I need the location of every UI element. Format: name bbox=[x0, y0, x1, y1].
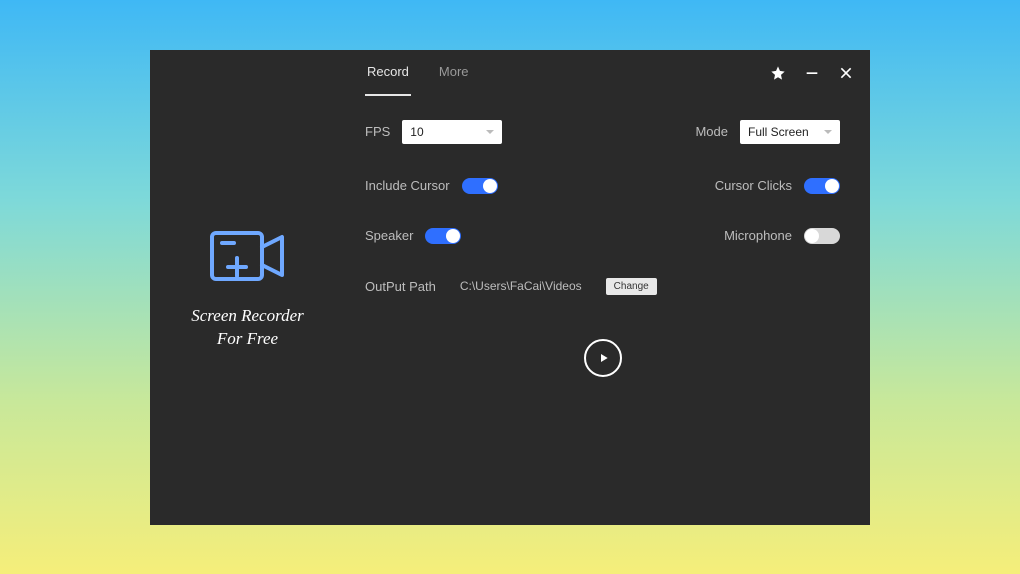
main-panel: Record More FPS 1 bbox=[345, 50, 870, 525]
record-button[interactable] bbox=[584, 339, 622, 377]
microphone-toggle[interactable] bbox=[804, 228, 840, 244]
play-icon bbox=[595, 350, 611, 366]
speaker-label: Speaker bbox=[365, 228, 413, 243]
app-title-line2: For Free bbox=[191, 328, 304, 351]
cursor-clicks-toggle[interactable] bbox=[804, 178, 840, 194]
speaker-toggle[interactable] bbox=[425, 228, 461, 244]
fps-value: 10 bbox=[410, 125, 423, 139]
mode-label: Mode bbox=[695, 124, 728, 139]
include-cursor-label: Include Cursor bbox=[365, 178, 450, 193]
sidebar: Screen Recorder For Free bbox=[150, 50, 345, 525]
output-path-label: OutPut Path bbox=[365, 279, 436, 294]
tabs: Record More bbox=[345, 50, 471, 96]
output-path-value: C:\Users\FaCai\Videos bbox=[460, 279, 582, 293]
fps-label: FPS bbox=[365, 124, 390, 139]
app-logo-icon bbox=[204, 223, 292, 293]
include-cursor-toggle[interactable] bbox=[462, 178, 498, 194]
app-title-line1: Screen Recorder bbox=[191, 305, 304, 328]
minimize-icon[interactable] bbox=[804, 65, 820, 81]
app-window: Screen Recorder For Free Record More bbox=[150, 50, 870, 525]
settings-content: FPS 10 Mode Full Screen Include Cursor bbox=[345, 96, 870, 525]
change-path-button[interactable]: Change bbox=[606, 278, 657, 295]
tab-record[interactable]: Record bbox=[365, 50, 411, 96]
app-title: Screen Recorder For Free bbox=[191, 305, 304, 351]
mode-select[interactable]: Full Screen bbox=[740, 120, 840, 144]
mode-value: Full Screen bbox=[748, 125, 809, 139]
window-controls bbox=[770, 50, 862, 96]
tab-more[interactable]: More bbox=[437, 50, 471, 96]
close-icon[interactable] bbox=[838, 65, 854, 81]
microphone-label: Microphone bbox=[724, 228, 792, 243]
cursor-clicks-label: Cursor Clicks bbox=[715, 178, 792, 193]
titlebar: Record More bbox=[345, 50, 870, 96]
star-icon[interactable] bbox=[770, 65, 786, 81]
fps-select[interactable]: 10 bbox=[402, 120, 502, 144]
